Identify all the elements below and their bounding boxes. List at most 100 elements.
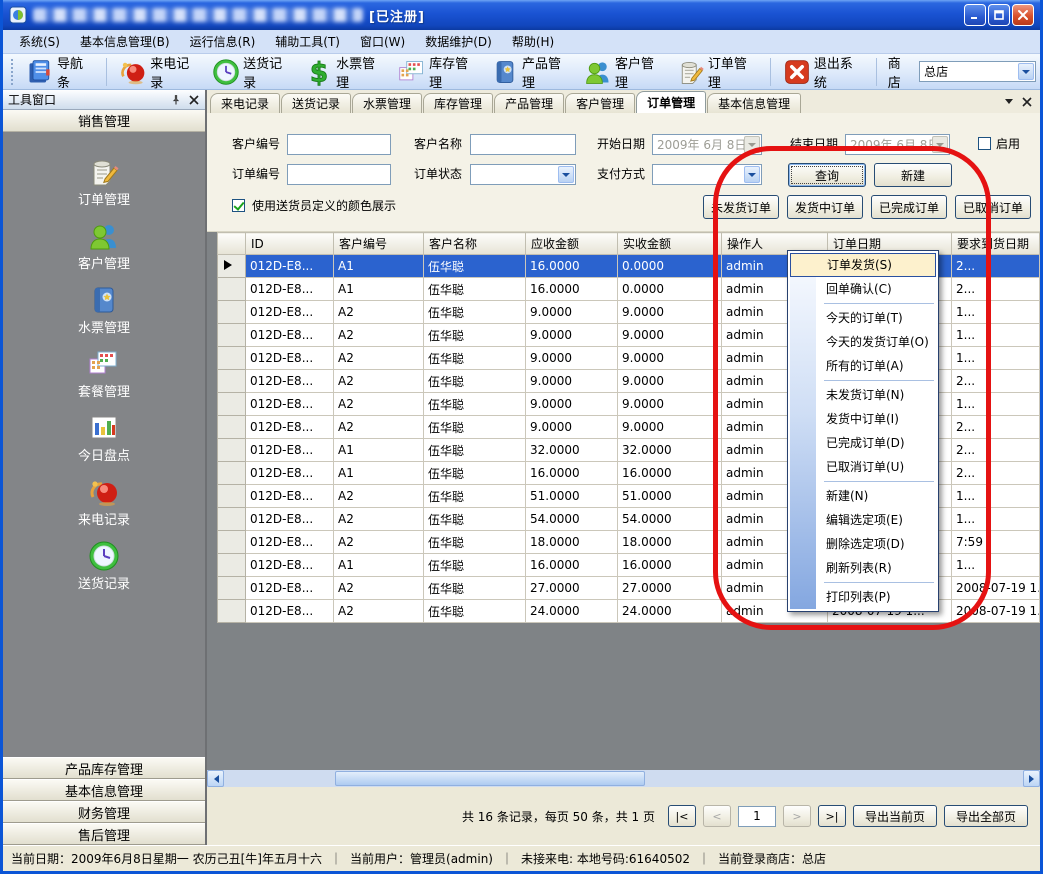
order-no-input[interactable] xyxy=(287,164,391,185)
export-current-page-button[interactable]: 导出当前页 xyxy=(853,805,937,827)
sidebar-section-3[interactable]: 财务管理 xyxy=(3,801,205,823)
color-display-checkbox[interactable] xyxy=(232,199,245,212)
horizontal-scrollbar[interactable] xyxy=(207,770,1040,787)
tab-7[interactable]: 订单管理 xyxy=(636,91,706,113)
context-menu-item-9[interactable]: 发货中订单(I) xyxy=(790,407,936,431)
tab-2[interactable]: 送货记录 xyxy=(281,93,351,113)
context-menu-item-16[interactable]: 刷新列表(R) xyxy=(790,556,936,580)
context-menu-item-1[interactable]: 订单发货(S) xyxy=(790,253,936,277)
pin-icon[interactable] xyxy=(169,93,182,106)
context-menu-item-4[interactable]: 今天的订单(T) xyxy=(790,306,936,330)
context-menu-item-15[interactable]: 删除选定项(D) xyxy=(790,532,936,556)
row-selector-cell[interactable] xyxy=(218,347,246,370)
quick-filter-button-1[interactable]: 未发货订单 xyxy=(703,195,779,219)
sidebar-section-1[interactable]: 产品库存管理 xyxy=(3,757,205,779)
row-selector-cell[interactable] xyxy=(218,462,246,485)
row-selector-cell[interactable] xyxy=(218,301,246,324)
context-menu-item-14[interactable]: 编辑选定项(E) xyxy=(790,508,936,532)
first-page-button[interactable]: |< xyxy=(668,805,696,827)
sidebar-item-clock[interactable]: 送货记录 xyxy=(78,540,130,592)
cell-receivable: 18.0000 xyxy=(526,531,618,554)
toolbar-button-people[interactable]: 客户管理 xyxy=(579,51,670,93)
tab-3[interactable]: 水票管理 xyxy=(352,93,422,113)
quick-filter-button-4[interactable]: 已取消订单 xyxy=(955,195,1031,219)
scroll-right-icon[interactable] xyxy=(1023,770,1040,787)
sidebar-item-chart[interactable]: 今日盘点 xyxy=(78,412,130,464)
toolbar-button-order[interactable]: 订单管理 xyxy=(672,51,763,93)
toolbar-button-nav[interactable]: 导航条 xyxy=(21,51,99,93)
toolbar-button-calendar[interactable]: 库存管理 xyxy=(393,51,484,93)
minimize-button[interactable] xyxy=(964,4,986,26)
pay-method-select[interactable] xyxy=(652,164,762,185)
sidebar-section-2[interactable]: 基本信息管理 xyxy=(3,779,205,801)
row-selector-cell[interactable] xyxy=(218,554,246,577)
close-button[interactable] xyxy=(1012,4,1034,26)
maximize-button[interactable] xyxy=(988,4,1010,26)
sidebar-item-people[interactable]: 客户管理 xyxy=(78,220,130,272)
row-selector-cell[interactable] xyxy=(218,600,246,623)
sidebar-item-product[interactable]: 水票管理 xyxy=(78,284,130,336)
tab-6[interactable]: 客户管理 xyxy=(565,93,635,113)
column-header-5[interactable]: 实收金额 xyxy=(618,233,722,255)
quick-filter-button-3[interactable]: 已完成订单 xyxy=(871,195,947,219)
shop-select[interactable]: 总店 xyxy=(919,61,1036,82)
row-selector-cell[interactable] xyxy=(218,324,246,347)
column-header-8[interactable]: 要求到货日期 xyxy=(952,233,1040,255)
toolbar-button-exit[interactable]: 退出系统 xyxy=(778,51,869,93)
sidebar-section-sales[interactable]: 销售管理 xyxy=(3,110,205,132)
scroll-left-icon[interactable] xyxy=(207,770,224,787)
context-menu-item-11[interactable]: 已取消订单(U) xyxy=(790,455,936,479)
row-selector-cell[interactable] xyxy=(218,485,246,508)
row-selector-cell[interactable] xyxy=(218,508,246,531)
column-header-3[interactable]: 客户名称 xyxy=(424,233,526,255)
sidebar-item-calendar[interactable]: 套餐管理 xyxy=(78,348,130,400)
new-button[interactable]: 新建 xyxy=(874,163,952,187)
row-selector-cell[interactable] xyxy=(218,255,246,278)
export-all-pages-button[interactable]: 导出全部页 xyxy=(944,805,1028,827)
context-menu-item-10[interactable]: 已完成订单(D) xyxy=(790,431,936,455)
column-header-1[interactable]: ID xyxy=(246,233,334,255)
customer-name-input[interactable] xyxy=(470,134,576,155)
sidebar-item-order[interactable]: 订单管理 xyxy=(78,156,130,208)
tab-1[interactable]: 来电记录 xyxy=(210,93,280,113)
tab-close-icon[interactable] xyxy=(1022,97,1032,107)
row-selector-cell[interactable] xyxy=(218,531,246,554)
sidebar-item-bell[interactable]: 来电记录 xyxy=(78,476,130,528)
order-status-select[interactable] xyxy=(470,164,576,185)
last-page-button[interactable]: >| xyxy=(818,805,846,827)
sidebar-section-4[interactable]: 售后管理 xyxy=(3,823,205,845)
start-date-picker[interactable]: 2009年 6月 8日 xyxy=(652,134,762,155)
row-selector-cell[interactable] xyxy=(218,278,246,301)
enable-date-checkbox[interactable] xyxy=(978,137,991,150)
tab-8[interactable]: 基本信息管理 xyxy=(707,93,801,113)
customer-no-input[interactable] xyxy=(287,134,391,155)
toolbar-button-bell[interactable]: 来电记录 xyxy=(114,51,205,93)
row-selector-cell[interactable] xyxy=(218,393,246,416)
query-button[interactable]: 查询 xyxy=(788,163,866,187)
toolbar-button-product[interactable]: 产品管理 xyxy=(486,51,577,93)
column-header-2[interactable]: 客户编号 xyxy=(334,233,424,255)
toolbar-button-dollar[interactable]: $水票管理 xyxy=(300,51,391,93)
context-menu-item-18[interactable]: 打印列表(P) xyxy=(790,585,936,609)
column-header-4[interactable]: 应收金额 xyxy=(526,233,618,255)
row-selector-cell[interactable] xyxy=(218,577,246,600)
tab-list-dropdown-icon[interactable] xyxy=(1005,99,1013,108)
end-date-picker[interactable]: 2009年 6月 8日 xyxy=(845,134,950,155)
context-menu-item-6[interactable]: 所有的订单(A) xyxy=(790,354,936,378)
next-page-button[interactable]: > xyxy=(783,805,811,827)
prev-page-button[interactable]: < xyxy=(703,805,731,827)
tab-4[interactable]: 库存管理 xyxy=(423,93,493,113)
row-selector-cell[interactable] xyxy=(218,439,246,462)
context-menu-item-13[interactable]: 新建(N) xyxy=(790,484,936,508)
scrollbar-thumb[interactable] xyxy=(335,771,645,786)
context-menu-item-2[interactable]: 回单确认(C) xyxy=(790,277,936,301)
tool-window-close-icon[interactable] xyxy=(187,93,200,106)
quick-filter-button-2[interactable]: 发货中订单 xyxy=(787,195,863,219)
row-selector-cell[interactable] xyxy=(218,416,246,439)
row-selector-cell[interactable] xyxy=(218,370,246,393)
context-menu-item-8[interactable]: 未发货订单(N) xyxy=(790,383,936,407)
tab-5[interactable]: 产品管理 xyxy=(494,93,564,113)
page-number-input[interactable] xyxy=(738,806,776,827)
context-menu-item-5[interactable]: 今天的发货订单(O) xyxy=(790,330,936,354)
toolbar-button-clock[interactable]: 送货记录 xyxy=(207,51,298,93)
